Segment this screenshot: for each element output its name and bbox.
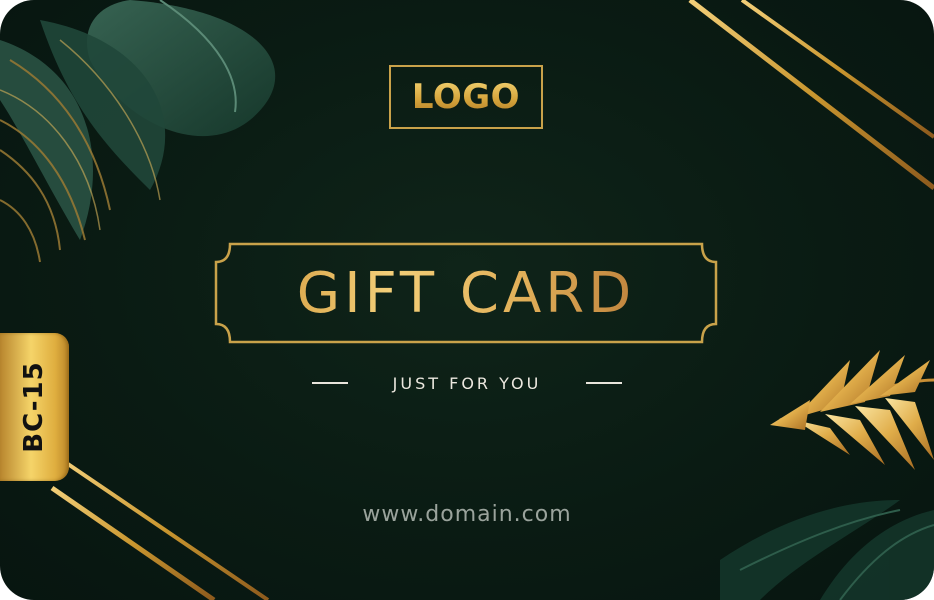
gift-card: LOGO GIFT CARD JUST FOR YOU www.domain.c…: [0, 0, 934, 600]
tropical-leaves-icon: [0, 0, 276, 263]
tagline-divider-left: [312, 382, 348, 384]
tagline-row: JUST FOR YOU: [312, 369, 622, 397]
bottom-left-gold-lines: [50, 458, 270, 600]
logo-box: LOGO: [389, 65, 543, 129]
tagline-divider-right: [586, 382, 622, 384]
top-right-gold-lines: [688, 0, 934, 190]
golden-palm-leaves-icon: [720, 350, 934, 600]
gift-card-title: GIFT CARD: [212, 240, 720, 346]
tagline: JUST FOR YOU: [392, 373, 542, 393]
website-url: www.domain.com: [362, 502, 572, 527]
logo-text: LOGO: [411, 77, 521, 117]
code-tab-label: BC-15: [19, 361, 49, 453]
